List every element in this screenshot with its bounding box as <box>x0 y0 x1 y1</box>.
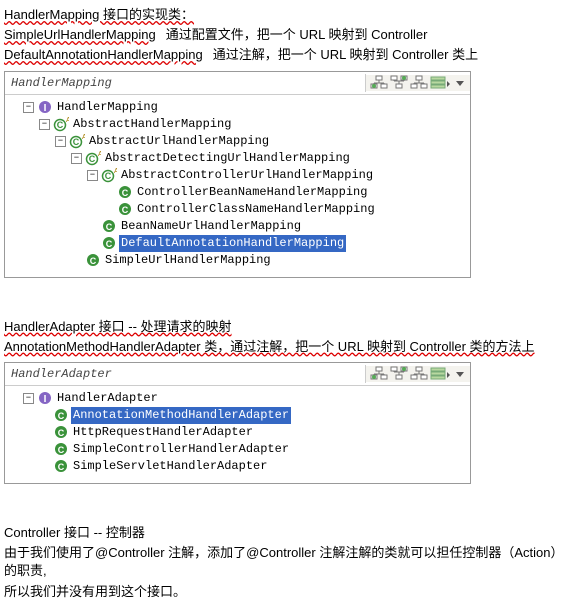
svg-text:A: A <box>82 134 85 141</box>
doc-line-simpleurl: SimpleUrlHandlerMapping通过配置文件，把一个 URL 映射… <box>4 26 562 44</box>
doc-line-defaultanno: DefaultAnnotationHandlerMapping通过注解，把一个 … <box>4 46 562 64</box>
abstract-class-icon: CA <box>53 116 69 132</box>
svg-text:C: C <box>58 462 65 472</box>
svg-text:A: A <box>98 151 101 158</box>
tree-node-abstractcontrollerurlhandlermapping[interactable]: − CA AbstractControllerUrlHandlerMapping <box>7 167 468 184</box>
svg-text:C: C <box>73 137 80 147</box>
class-icon: C <box>53 441 69 457</box>
toolbar-btn-subtype[interactable] <box>410 366 428 382</box>
toolbar-btn-menu[interactable] <box>454 366 466 382</box>
svg-text:C: C <box>58 445 65 455</box>
doc-line-ctrl-p2: 所以我们并没有用到这个接口。 <box>4 583 562 601</box>
class-icon: C <box>117 184 133 200</box>
doc-line-hm-intro: HandlerMapping 接口的实现类： <box>4 6 562 24</box>
class-icon: C <box>101 235 117 251</box>
svg-text:I: I <box>44 394 47 405</box>
tree-node-handleradapter[interactable]: − I HandlerAdapter <box>7 390 468 407</box>
tree-node-controllerbeannamehandlermapping[interactable]: C ControllerBeanNameHandlerMapping <box>7 184 468 201</box>
doc-line-ha-anno: AnnotationMethodHandlerAdapter 类，通过注解，把一… <box>4 338 562 356</box>
tree-node-beannameurlhandlermapping[interactable]: C BeanNameUrlHandlerMapping <box>7 218 468 235</box>
hierarchy-panel-handlermapping: HandlerMapping − I HandlerMapping <box>4 71 471 278</box>
toolbar-btn-history[interactable] <box>430 366 452 382</box>
class-icon: C <box>101 218 117 234</box>
panel-toolbar <box>366 75 470 91</box>
tree-twisty[interactable]: − <box>23 393 34 404</box>
class-icon: C <box>117 201 133 217</box>
hierarchy-panel-handleradapter: HandlerAdapter − I HandlerAdapter <box>4 362 471 484</box>
abstract-class-icon: CA <box>69 133 85 149</box>
panel-toolbar <box>366 366 470 382</box>
tree-node-simpleurlhandlermapping[interactable]: C SimpleUrlHandlerMapping <box>7 252 468 269</box>
svg-text:C: C <box>90 256 97 266</box>
interface-icon: I <box>37 99 53 115</box>
panel-header: HandlerMapping <box>5 72 470 95</box>
tree-node-abstracturlhandlermapping[interactable]: − CA AbstractUrlHandlerMapping <box>7 133 468 150</box>
svg-text:I: I <box>44 103 47 114</box>
tree-node-defaultannotationhandlermapping[interactable]: C DefaultAnnotationHandlerMapping <box>7 235 468 252</box>
svg-text:C: C <box>105 171 112 181</box>
abstract-class-icon: CA <box>101 167 117 183</box>
svg-text:A: A <box>66 117 69 124</box>
tree-node-httprequesthandleradapter[interactable]: C HttpRequestHandlerAdapter <box>7 424 468 441</box>
tree-node-abstractdetectingurlhandlermapping[interactable]: − CA AbstractDetectingUrlHandlerMapping <box>7 150 468 167</box>
class-icon: C <box>53 458 69 474</box>
toolbar-btn-hierarchy[interactable] <box>370 75 388 91</box>
svg-text:C: C <box>89 154 96 164</box>
type-hierarchy-tree[interactable]: − I HandlerMapping − CA AbstractHandlerM… <box>5 95 470 277</box>
svg-text:C: C <box>106 239 113 249</box>
doc-line-ha-intro: HandlerAdapter 接口 -- 处理请求的映射 <box>4 318 562 336</box>
tree-node-simpleservlethandleradapter[interactable]: C SimpleServletHandlerAdapter <box>7 458 468 475</box>
doc-line-ctrl-title: Controller 接口 -- 控制器 <box>4 524 562 542</box>
tree-node-controllerclassnamehandlermapping[interactable]: C ControllerClassNameHandlerMapping <box>7 201 468 218</box>
class-icon: C <box>53 407 69 423</box>
tree-twisty[interactable]: − <box>39 119 50 130</box>
abstract-class-icon: CA <box>85 150 101 166</box>
svg-text:A: A <box>114 168 117 175</box>
svg-text:C: C <box>106 222 113 232</box>
tree-node-handlermapping[interactable]: − I HandlerMapping <box>7 99 468 116</box>
type-hierarchy-tree[interactable]: − I HandlerAdapter C AnnotationMethodHan… <box>5 386 470 483</box>
toolbar-btn-subtype[interactable] <box>410 75 428 91</box>
interface-icon: I <box>37 390 53 406</box>
svg-text:C: C <box>122 188 129 198</box>
class-icon: C <box>85 252 101 268</box>
tree-twisty[interactable]: − <box>23 102 34 113</box>
toolbar-btn-history[interactable] <box>430 75 452 91</box>
panel-title: HandlerMapping <box>5 74 366 92</box>
toolbar-btn-supertype[interactable] <box>390 75 408 91</box>
tree-twisty[interactable]: − <box>87 170 98 181</box>
tree-node-simplecontrollerhandleradapter[interactable]: C SimpleControllerHandlerAdapter <box>7 441 468 458</box>
class-icon: C <box>53 424 69 440</box>
tree-twisty[interactable]: − <box>55 136 66 147</box>
svg-text:C: C <box>122 205 129 215</box>
doc-line-ctrl-p1: 由于我们使用了@Controller 注解，添加了@Controller 注解注… <box>4 544 562 580</box>
tree-twisty[interactable]: − <box>71 153 82 164</box>
panel-title: HandlerAdapter <box>5 365 366 383</box>
tree-node-abstracthandlermapping[interactable]: − CA AbstractHandlerMapping <box>7 116 468 133</box>
panel-header: HandlerAdapter <box>5 363 470 386</box>
toolbar-btn-supertype[interactable] <box>390 366 408 382</box>
toolbar-btn-menu[interactable] <box>454 75 466 91</box>
svg-text:C: C <box>57 120 64 130</box>
svg-text:C: C <box>58 428 65 438</box>
tree-node-annotationmethodhandleradapter[interactable]: C AnnotationMethodHandlerAdapter <box>7 407 468 424</box>
toolbar-btn-hierarchy[interactable] <box>370 366 388 382</box>
svg-text:C: C <box>58 411 65 421</box>
